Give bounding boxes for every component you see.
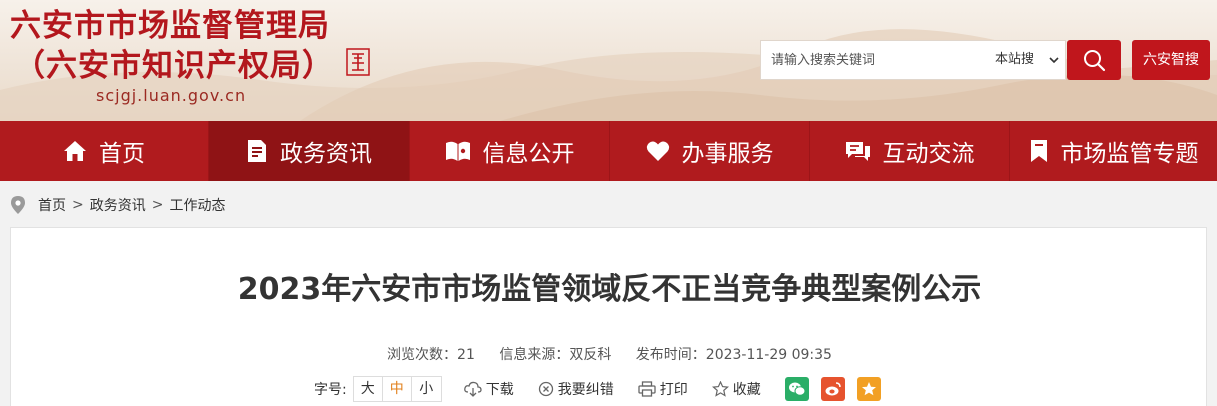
download-icon xyxy=(463,381,482,397)
search-scope-label: 本站搜 xyxy=(995,52,1035,67)
nav-item-home[interactable]: 首页 xyxy=(0,121,209,181)
nav-item-services[interactable]: 办事服务 xyxy=(610,121,810,181)
nav-item-government-news[interactable]: 政务资讯 xyxy=(209,121,410,181)
report-error-button[interactable]: 我要纠错 xyxy=(538,379,614,399)
article-meta: 浏览次数：21 信息来源：双反科 发布时间：2023-11-29 09:35 xyxy=(11,344,1208,364)
seal-icon xyxy=(346,48,370,76)
breadcrumb-separator: > xyxy=(151,197,164,213)
search-button[interactable] xyxy=(1067,40,1121,80)
wechat-icon xyxy=(788,382,806,396)
nav-label: 互动交流 xyxy=(882,141,975,167)
article-tools: 字号: 大 中 小 下载 我要纠错 打印 收藏 xyxy=(314,376,881,402)
share-weibo-button[interactable] xyxy=(820,377,845,401)
home-icon xyxy=(64,141,86,161)
star-icon xyxy=(711,381,729,397)
publish-time: 发布时间：2023-11-29 09:35 xyxy=(635,347,832,363)
site-title: 六安市市场监督管理局 xyxy=(10,8,330,44)
breadcrumb: 首页 > 政务资讯 > 工作动态 xyxy=(10,193,225,217)
favorite-button[interactable]: 收藏 xyxy=(711,379,761,399)
font-size-switch: 大 中 小 xyxy=(352,376,442,402)
site-domain: scjgj.luan.gov.cn xyxy=(96,86,247,105)
nav-item-market-topics[interactable]: 市场监管专题 xyxy=(1010,121,1217,181)
nav-label: 信息公开 xyxy=(482,141,575,167)
chat-icon xyxy=(845,142,870,161)
breadcrumb-government-news[interactable]: 政务资讯 xyxy=(90,195,146,215)
site-subtitle: （六安市知识产权局） xyxy=(14,48,334,84)
nav-item-info-disclosure[interactable]: 信息公开 xyxy=(410,121,610,181)
nav-item-interaction[interactable]: 互动交流 xyxy=(810,121,1010,181)
share-qzone-button[interactable] xyxy=(856,377,881,401)
download-label: 下载 xyxy=(485,382,514,398)
font-size-medium[interactable]: 中 xyxy=(383,377,412,401)
search-input[interactable] xyxy=(761,41,981,79)
share-wechat-button[interactable] xyxy=(784,377,809,401)
breadcrumb-separator: > xyxy=(72,197,84,213)
weibo-icon xyxy=(825,382,841,396)
view-count: 浏览次数：21 xyxy=(387,347,475,363)
heart-icon xyxy=(646,141,669,161)
favorite-label: 收藏 xyxy=(732,382,761,398)
open-book-icon xyxy=(445,141,470,161)
search-scope-select[interactable]: 本站搜 xyxy=(989,41,1067,79)
print-button[interactable]: 打印 xyxy=(638,379,688,399)
bookmark-icon xyxy=(1030,140,1047,162)
chevron-down-icon xyxy=(1049,57,1059,64)
print-label: 打印 xyxy=(659,382,688,398)
article-title: 2023年六安市市场监管领域反不正当竞争典型案例公示 xyxy=(237,272,982,307)
location-pin-icon xyxy=(11,196,25,214)
nav-label: 首页 xyxy=(99,141,145,167)
printer-icon xyxy=(638,381,656,397)
main-nav: 首页 政务资讯 信息公开 办事服务 互动交流 市场监管专题 xyxy=(0,121,1217,181)
la-smart-search-button[interactable]: 六安智搜 xyxy=(1132,40,1210,80)
report-error-label: 我要纠错 xyxy=(557,382,614,398)
error-report-icon xyxy=(538,381,553,397)
info-source: 信息来源：双反科 xyxy=(499,347,612,363)
download-button[interactable]: 下载 xyxy=(463,379,514,399)
article-card: 2023年六安市市场监管领域反不正当竞争典型案例公示 浏览次数：21 信息来源：… xyxy=(10,227,1207,406)
nav-label: 政务资讯 xyxy=(280,141,372,167)
font-size-large[interactable]: 大 xyxy=(354,377,383,401)
site-header: 六安市市场监督管理局 （六安市知识产权局） scjgj.luan.gov.cn … xyxy=(0,0,1217,121)
font-size-small[interactable]: 小 xyxy=(412,377,441,401)
nav-label: 办事服务 xyxy=(681,141,774,167)
font-size-label: 字号: xyxy=(314,382,347,398)
qzone-star-icon xyxy=(861,382,876,396)
breadcrumb-home[interactable]: 首页 xyxy=(38,195,66,215)
document-icon xyxy=(248,140,266,162)
breadcrumb-work-news[interactable]: 工作动态 xyxy=(169,195,225,215)
search-icon xyxy=(1084,50,1106,72)
search-box: 本站搜 xyxy=(760,40,1066,80)
nav-label: 市场监管专题 xyxy=(1060,141,1199,167)
